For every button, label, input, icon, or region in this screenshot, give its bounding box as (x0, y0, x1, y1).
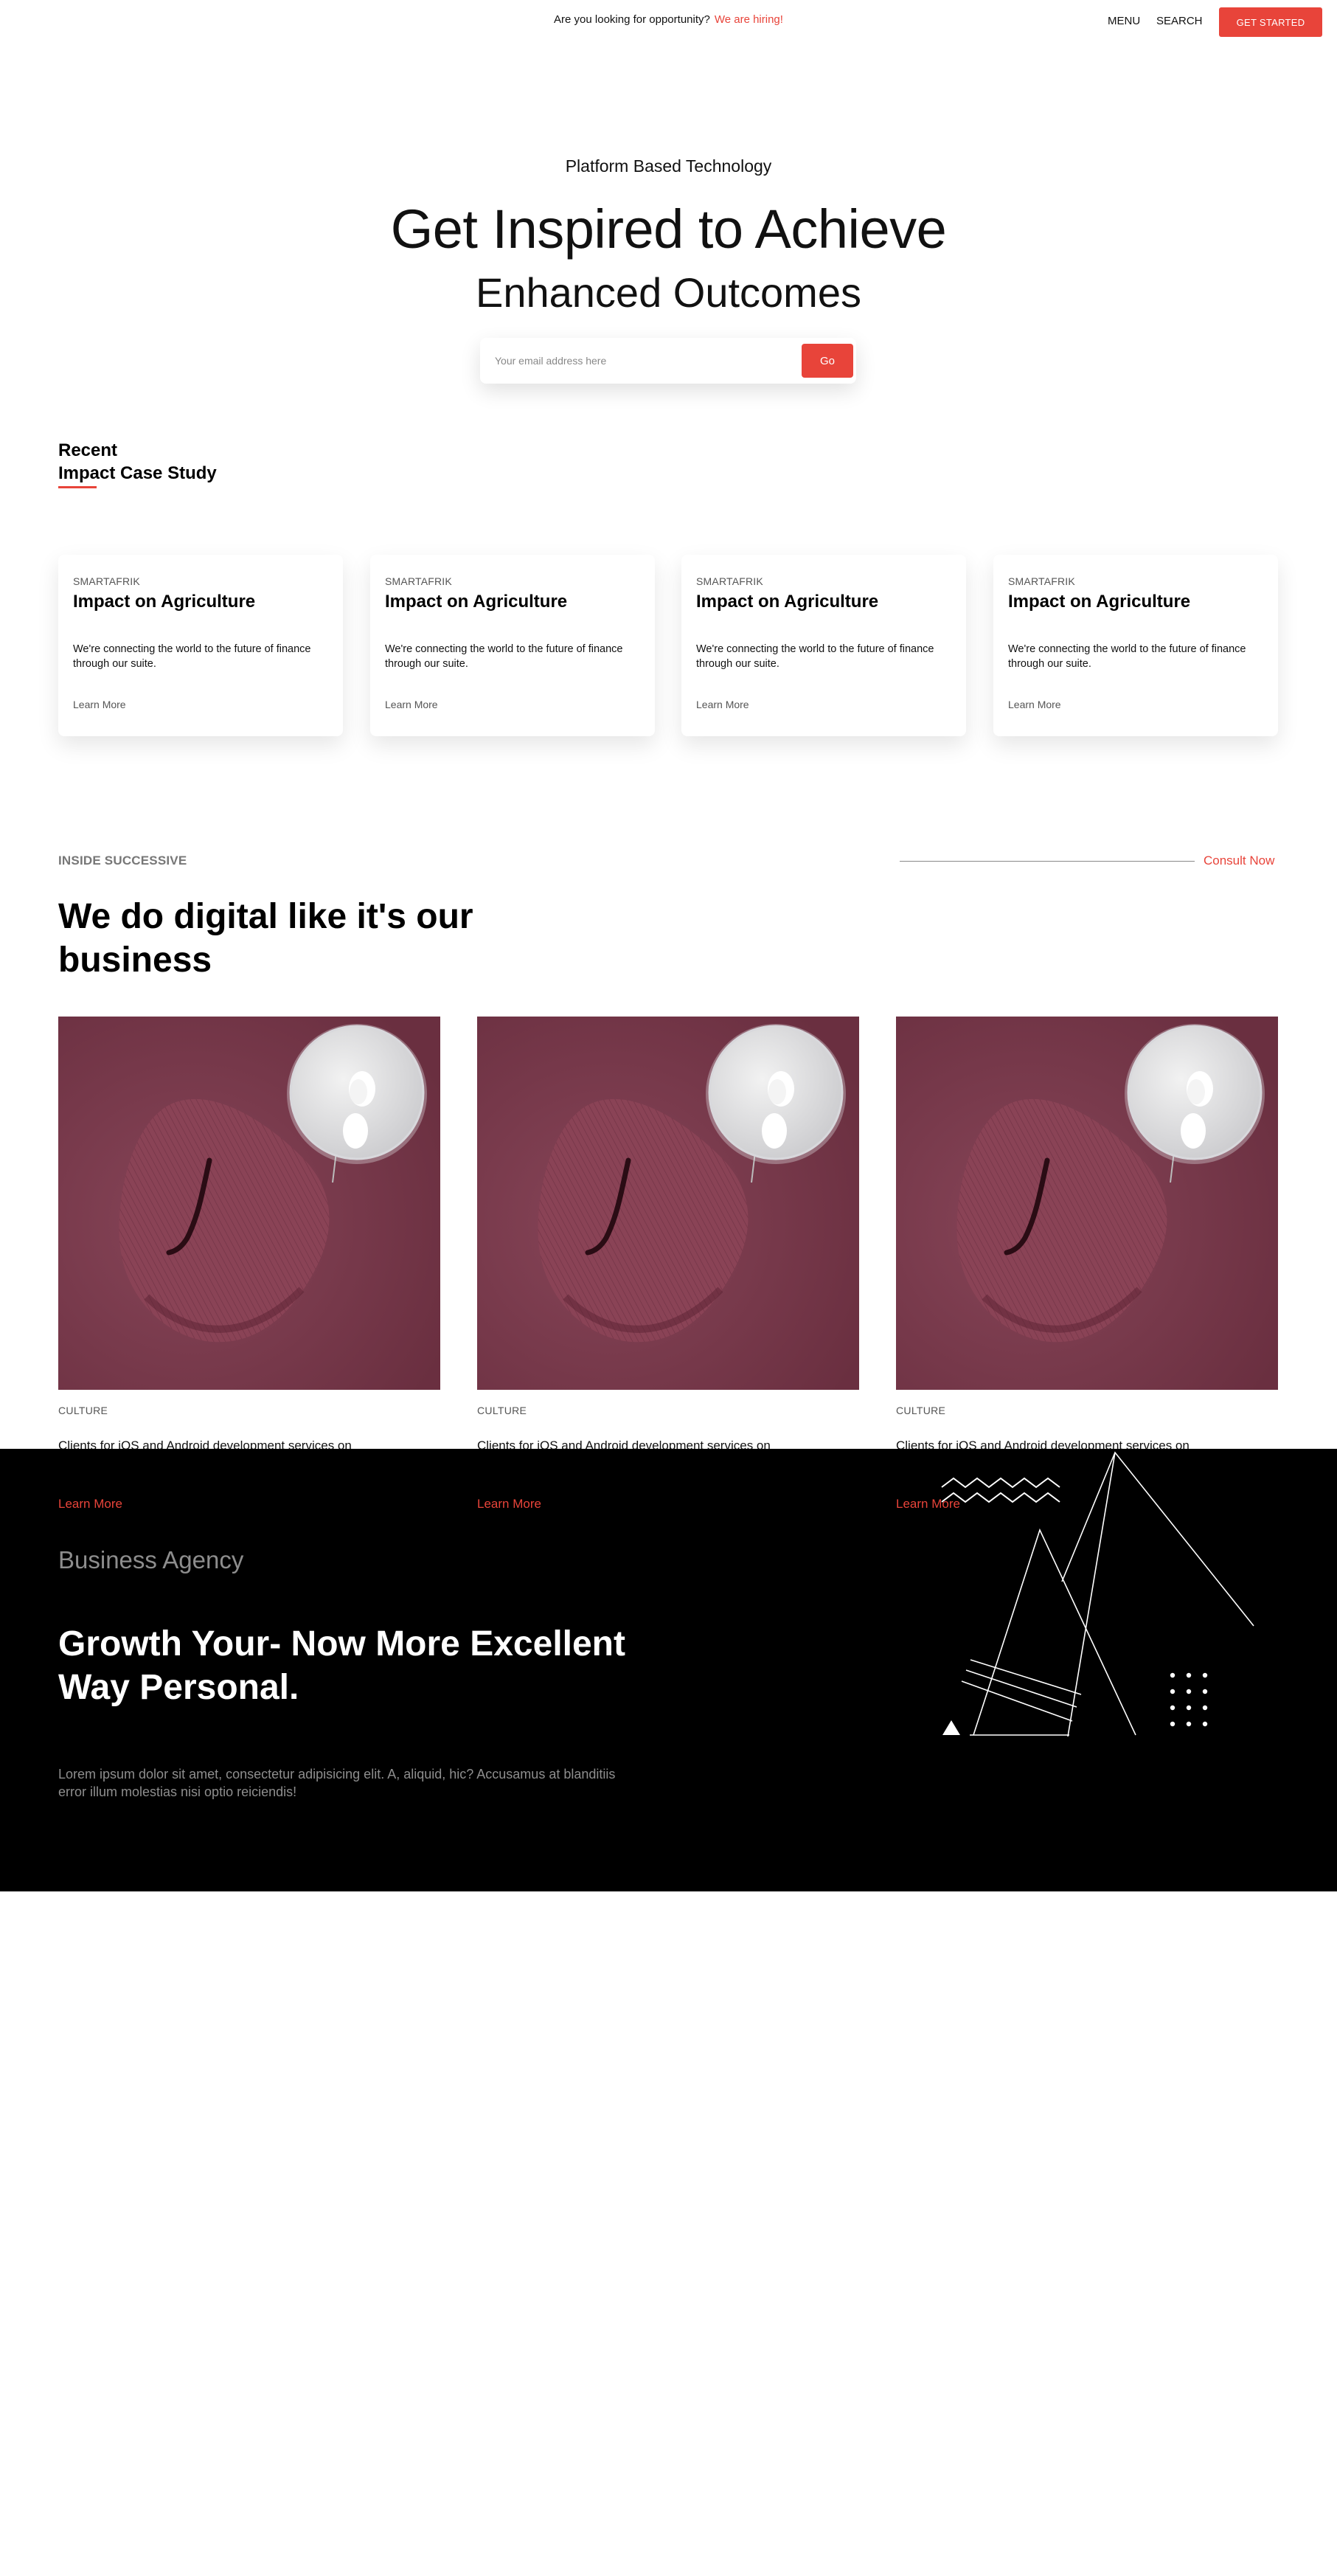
card-tag: SMARTAFRIK (1008, 575, 1075, 587)
post-category: CULTURE (896, 1405, 946, 1416)
hiring-text: Are you looking for opportunity? (554, 13, 710, 26)
agency-label: Business Agency (58, 1546, 244, 1573)
post-image[interactable] (477, 1017, 859, 1390)
card-title: Impact on Agriculture (696, 592, 879, 612)
card-title: Impact on Agriculture (1008, 592, 1191, 612)
post-learn-more-link[interactable]: Learn More (58, 1497, 122, 1512)
recent-heading-line2: Impact Case Study (58, 463, 217, 483)
card-title: Impact on Agriculture (385, 592, 568, 612)
card-description: We're connecting the world to the future… (696, 643, 934, 670)
geometric-decoration (941, 1451, 1254, 1737)
hero-subtitle: Enhanced Outcomes (476, 269, 861, 316)
top-bar: Are you looking for opportunity? We are h… (0, 0, 1337, 44)
hero-title: Get Inspired to Achieve (390, 198, 947, 260)
go-button[interactable]: Go (802, 344, 853, 378)
section-heading: We do digital like it's our business (58, 897, 473, 980)
search-link[interactable]: SEARCH (1156, 15, 1203, 27)
heading-underline (58, 486, 97, 488)
card-title: Impact on Agriculture (73, 592, 256, 612)
card-learn-more-link[interactable]: Learn More (1008, 699, 1061, 710)
agency-heading: Growth Your- Now More Excellent Way Pers… (58, 1624, 625, 1707)
email-input[interactable] (495, 350, 790, 372)
card-learn-more-link[interactable]: Learn More (696, 699, 749, 710)
recent-heading-line1: Recent (58, 440, 118, 460)
card-learn-more-link[interactable]: Learn More (73, 699, 126, 710)
case-study-card[interactable]: SMARTAFRIK Impact on Agriculture We're c… (370, 555, 655, 736)
agency-body: Lorem ipsum dolor sit amet, consectetur … (58, 1767, 616, 1799)
post-category: CULTURE (58, 1405, 108, 1416)
consult-now-link[interactable]: Consult Now (1204, 854, 1274, 868)
card-description: We're connecting the world to the future… (73, 643, 311, 670)
section-kicker: INSIDE SUCCESSIVE (58, 854, 187, 868)
card-tag: SMARTAFRIK (696, 575, 763, 587)
card-description: We're connecting the world to the future… (385, 643, 623, 670)
card-tag: SMARTAFRIK (385, 575, 452, 587)
hiring-link[interactable]: We are hiring! (715, 13, 783, 26)
case-study-card[interactable]: SMARTAFRIK Impact on Agriculture We're c… (58, 555, 343, 736)
card-learn-more-link[interactable]: Learn More (385, 699, 438, 710)
post-learn-more-link[interactable]: Learn More (477, 1497, 541, 1512)
post-image[interactable] (58, 1017, 440, 1390)
card-tag: SMARTAFRIK (73, 575, 140, 587)
menu-link[interactable]: MENU (1108, 15, 1140, 27)
card-description: We're connecting the world to the future… (1008, 643, 1246, 670)
case-study-card[interactable]: SMARTAFRIK Impact on Agriculture We're c… (993, 555, 1278, 736)
divider-line (900, 861, 1195, 862)
hero-kicker: Platform Based Technology (565, 156, 772, 176)
get-started-button[interactable]: GET STARTED (1219, 7, 1322, 37)
email-subscribe-form: Go (480, 338, 856, 384)
case-study-card[interactable]: SMARTAFRIK Impact on Agriculture We're c… (681, 555, 966, 736)
post-category: CULTURE (477, 1405, 527, 1416)
post-image[interactable] (896, 1017, 1278, 1390)
